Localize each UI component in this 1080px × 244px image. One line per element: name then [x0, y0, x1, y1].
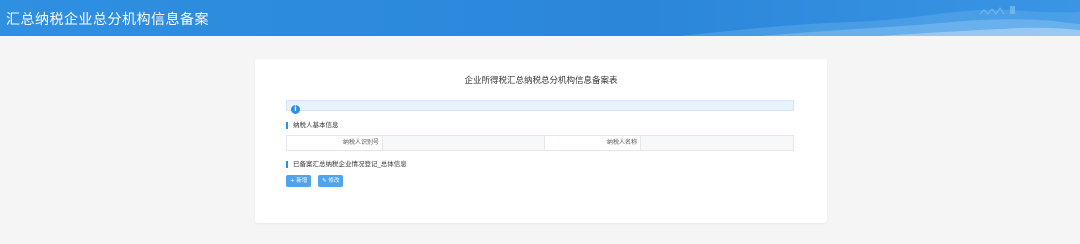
notice-bar: i [286, 100, 794, 114]
taxpayer-name-field[interactable] [641, 136, 793, 150]
form-card: 企业所得税汇总纳税总分机构信息备案表 i 纳税人基本信息 纳税人识别号 纳税人名… [255, 59, 827, 223]
edit-button-label: 修改 [328, 178, 340, 184]
taxpayer-id-field[interactable] [383, 136, 545, 150]
section-taxpayer-info: 纳税人基本信息 [286, 122, 339, 129]
edit-button[interactable]: ✎ 修改 [318, 175, 344, 187]
app-header: 汇总纳税企业总分机构信息备案 [0, 0, 1080, 36]
add-button[interactable]: + 新增 [286, 175, 312, 187]
plus-icon: + [290, 178, 295, 184]
edit-icon: ✎ [322, 178, 327, 184]
great-wall-illustration [680, 6, 1080, 36]
app-title: 汇总纳税企业总分机构信息备案 [6, 12, 209, 28]
info-icon: i [291, 105, 300, 114]
taxpayer-name-label: 纳税人名称 [545, 136, 641, 150]
taxpayer-info-table: 纳税人识别号 纳税人名称 [286, 135, 794, 151]
taxpayer-id-label: 纳税人识别号 [287, 136, 383, 150]
section-filed-summary: 已备案汇总纳税企业情况登记_总体信息 [286, 161, 407, 168]
form-title: 企业所得税汇总纳税总分机构信息备案表 [464, 76, 618, 86]
add-button-label: 新增 [296, 178, 308, 184]
